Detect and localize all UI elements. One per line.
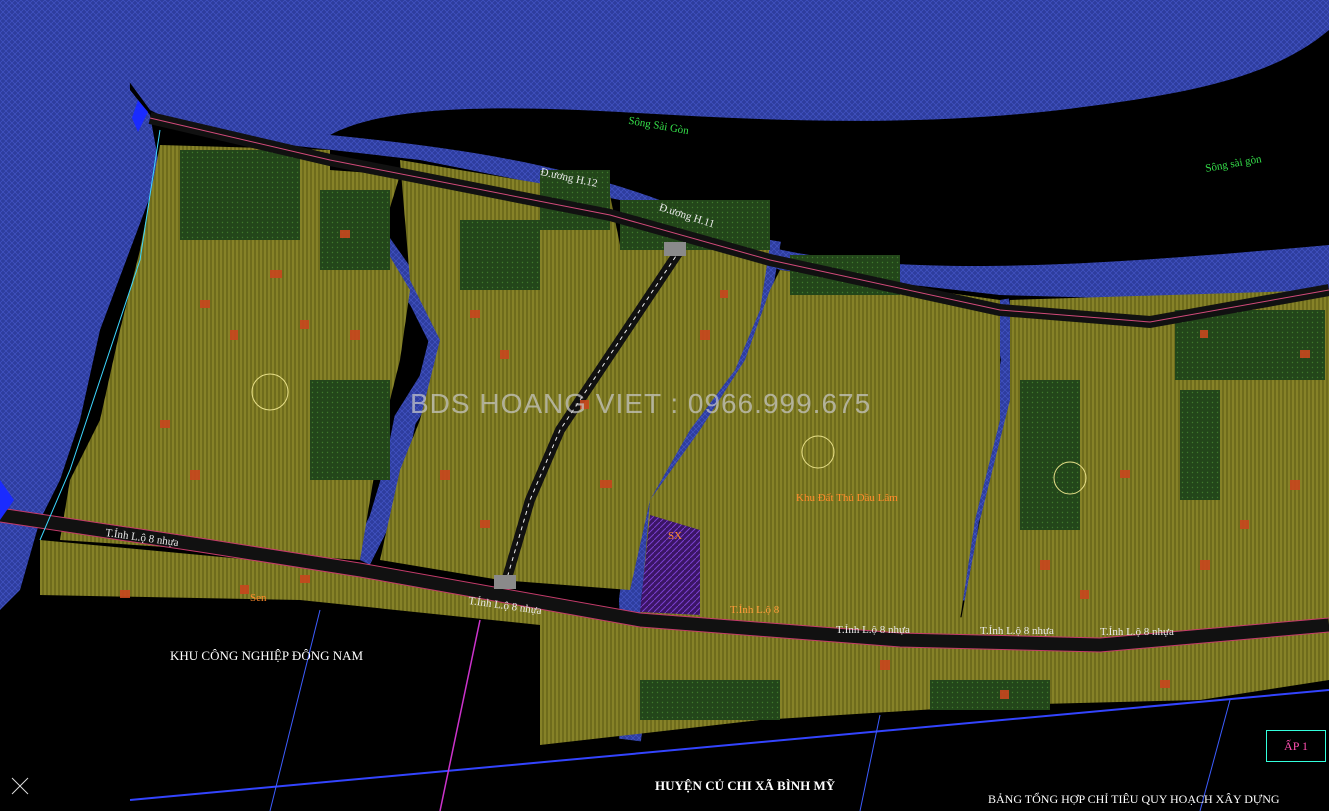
hamlet-box: ẤP 1 [1266,730,1326,762]
junction-node [664,242,686,256]
boundary-line [859,714,881,811]
green-patch [1020,380,1080,530]
junction-node [494,575,516,589]
hamlet-label: ẤP 1 [1284,738,1308,753]
summary-table-title: BẢNG TỔNG HỢP CHỈ TIÊU QUY HOẠCH XÂY DỰN… [988,792,1280,806]
watermark-text: BDS HOANG VIET : 0966.999.675 [410,388,872,419]
park-label: Khu Đất Thủ Dầu Lâm [796,492,898,504]
district-label: HUYỆN CỦ CHI XÃ BÌNH MỸ [655,778,836,793]
ucs-cross-icon [11,777,29,795]
green-patch [310,380,390,480]
green-patch [460,220,540,290]
farm-label: Sen [250,592,267,604]
industrial-zone [0,600,540,811]
road-label-provincial-4: T.Ỉnh L.ộ 8 nhựa [980,625,1054,637]
sx-label: SX [668,530,683,542]
green-patch [1180,390,1220,500]
green-patch [930,680,1050,710]
cad-map-viewport[interactable]: BDS HOANG VIET : 0966.999.675 Sông Sài G… [0,0,1329,811]
green-patch [320,190,390,270]
road-label-provincial-5: T.Ỉnh L.ộ 8 nhựa [1100,626,1174,638]
industrial-zone-label: KHU CÔNG NGHIỆP ĐÔNG NAM [170,648,364,663]
green-patch [640,680,780,720]
green-patch [180,150,300,240]
green-patch [1175,310,1325,380]
road-label-provincial-6: T.Ỉnh L.ộ 8 [730,604,780,616]
river-water [128,0,1329,135]
road-label-provincial-3: T.Ỉnh L.ộ 8 nhựa [836,624,910,636]
